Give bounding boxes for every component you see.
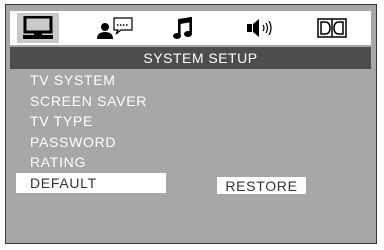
restore-label: RESTORE	[225, 177, 298, 194]
menu-item-tv-system[interactable]: TV SYSTEM	[10, 70, 170, 91]
menu-item-default[interactable]: DEFAULT	[16, 172, 166, 193]
settings-menu: TV SYSTEM SCREEN SAVER TV TYPE PASSWORD …	[10, 70, 170, 193]
monitor-icon	[23, 16, 53, 39]
menu-item-password[interactable]: PASSWORD	[10, 132, 170, 153]
dolby-digital-icon	[317, 18, 347, 38]
tab-speaker-setup[interactable]	[242, 13, 282, 43]
speaker-icon	[247, 19, 272, 37]
menu-item-label: PASSWORD	[30, 133, 117, 150]
tab-system-setup[interactable]	[17, 13, 59, 43]
tab-bar	[10, 11, 371, 45]
menu-item-label: SCREEN SAVER	[30, 92, 148, 109]
menu-item-label: TV TYPE	[30, 113, 93, 129]
tab-dolby-setup[interactable]	[315, 13, 349, 43]
menu-item-tv-type[interactable]: TV TYPE	[10, 111, 170, 132]
restore-button[interactable]: RESTORE	[217, 177, 306, 194]
tab-language-setup[interactable]	[92, 13, 138, 43]
page-title-text: SYSTEM SETUP	[143, 50, 258, 66]
menu-item-screen-saver[interactable]: SCREEN SAVER	[10, 91, 170, 112]
page-title: SYSTEM SETUP	[10, 47, 371, 69]
music-note-icon	[173, 17, 192, 39]
menu-item-label: TV SYSTEM	[30, 72, 116, 88]
person-speech-icon	[97, 17, 133, 39]
menu-item-label: RATING	[30, 154, 87, 170]
menu-item-rating[interactable]: RATING	[10, 152, 170, 173]
tab-audio-setup[interactable]	[168, 13, 198, 43]
menu-item-label: DEFAULT	[30, 174, 97, 191]
